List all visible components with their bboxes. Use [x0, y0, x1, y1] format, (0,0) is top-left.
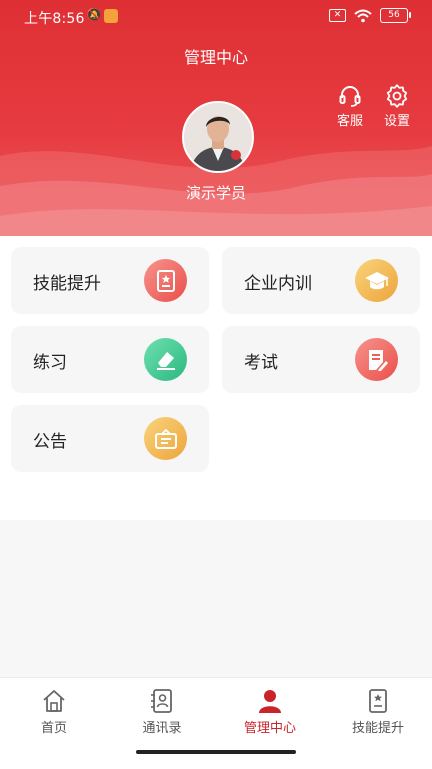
home-icon	[43, 690, 65, 712]
menu-card-enterprise-training[interactable]: 企业内训	[222, 247, 420, 314]
graduation-cap-icon	[355, 259, 398, 302]
eraser-icon	[144, 338, 187, 381]
page-title: 管理中心	[183, 48, 248, 67]
status-bar: 上午8:56 🔕 ✕ 56	[0, 0, 432, 34]
nav-label: 通讯录	[142, 721, 182, 736]
customer-service-label: 客服	[336, 114, 363, 129]
profile-header: 上午8:56 🔕 ✕ 56 管理中心 客服 设置 演示学员	[0, 0, 432, 236]
app-notification-icon	[104, 9, 118, 23]
bottom-navigation: 首页 通讯录 管理中心 技能提升	[0, 677, 432, 769]
wifi-icon	[354, 9, 372, 22]
nav-label: 技能提升	[351, 721, 404, 736]
no-sim-icon: ✕	[329, 9, 346, 22]
gear-icon	[386, 84, 408, 108]
menu-card-label: 企业内训	[244, 274, 312, 294]
menu-card-label: 练习	[33, 353, 67, 373]
nav-label: 首页	[40, 721, 67, 736]
battery-indicator: 56	[380, 8, 411, 23]
nav-skill-improvement[interactable]: 技能提升	[324, 688, 432, 736]
contacts-icon	[151, 689, 172, 713]
skill-badge-icon	[144, 259, 187, 302]
home-indicator-bar	[136, 750, 296, 754]
settings-button[interactable]: 设置	[377, 84, 417, 129]
headset-icon	[339, 86, 361, 107]
exam-paper-icon	[355, 338, 398, 381]
menu-card-exam[interactable]: 考试	[222, 326, 420, 393]
avatar-photo	[184, 103, 252, 171]
menu-card-practice[interactable]: 练习	[11, 326, 209, 393]
username: 演示学员	[185, 184, 246, 202]
menu-card-announcement[interactable]: 公告	[11, 405, 209, 472]
menu-panel: 技能提升 企业内训 练习 考试 公告	[0, 236, 432, 520]
menu-card-label: 公告	[33, 432, 67, 452]
status-time: 上午8:56	[24, 11, 85, 27]
nav-management-center[interactable]: 管理中心	[216, 688, 324, 736]
skill-badge-icon	[369, 689, 387, 713]
notice-board-icon	[144, 417, 187, 460]
settings-label: 设置	[383, 114, 410, 129]
user-icon	[259, 690, 281, 713]
customer-service-button[interactable]: 客服	[330, 84, 370, 129]
nav-label: 管理中心	[243, 721, 296, 736]
nav-home[interactable]: 首页	[0, 688, 108, 736]
menu-card-label: 技能提升	[33, 274, 101, 294]
nav-contacts[interactable]: 通讯录	[108, 688, 216, 736]
avatar[interactable]	[182, 101, 254, 173]
mute-icon: 🔕	[86, 8, 103, 23]
menu-card-skill-improvement[interactable]: 技能提升	[11, 247, 209, 314]
menu-card-label: 考试	[244, 353, 278, 373]
